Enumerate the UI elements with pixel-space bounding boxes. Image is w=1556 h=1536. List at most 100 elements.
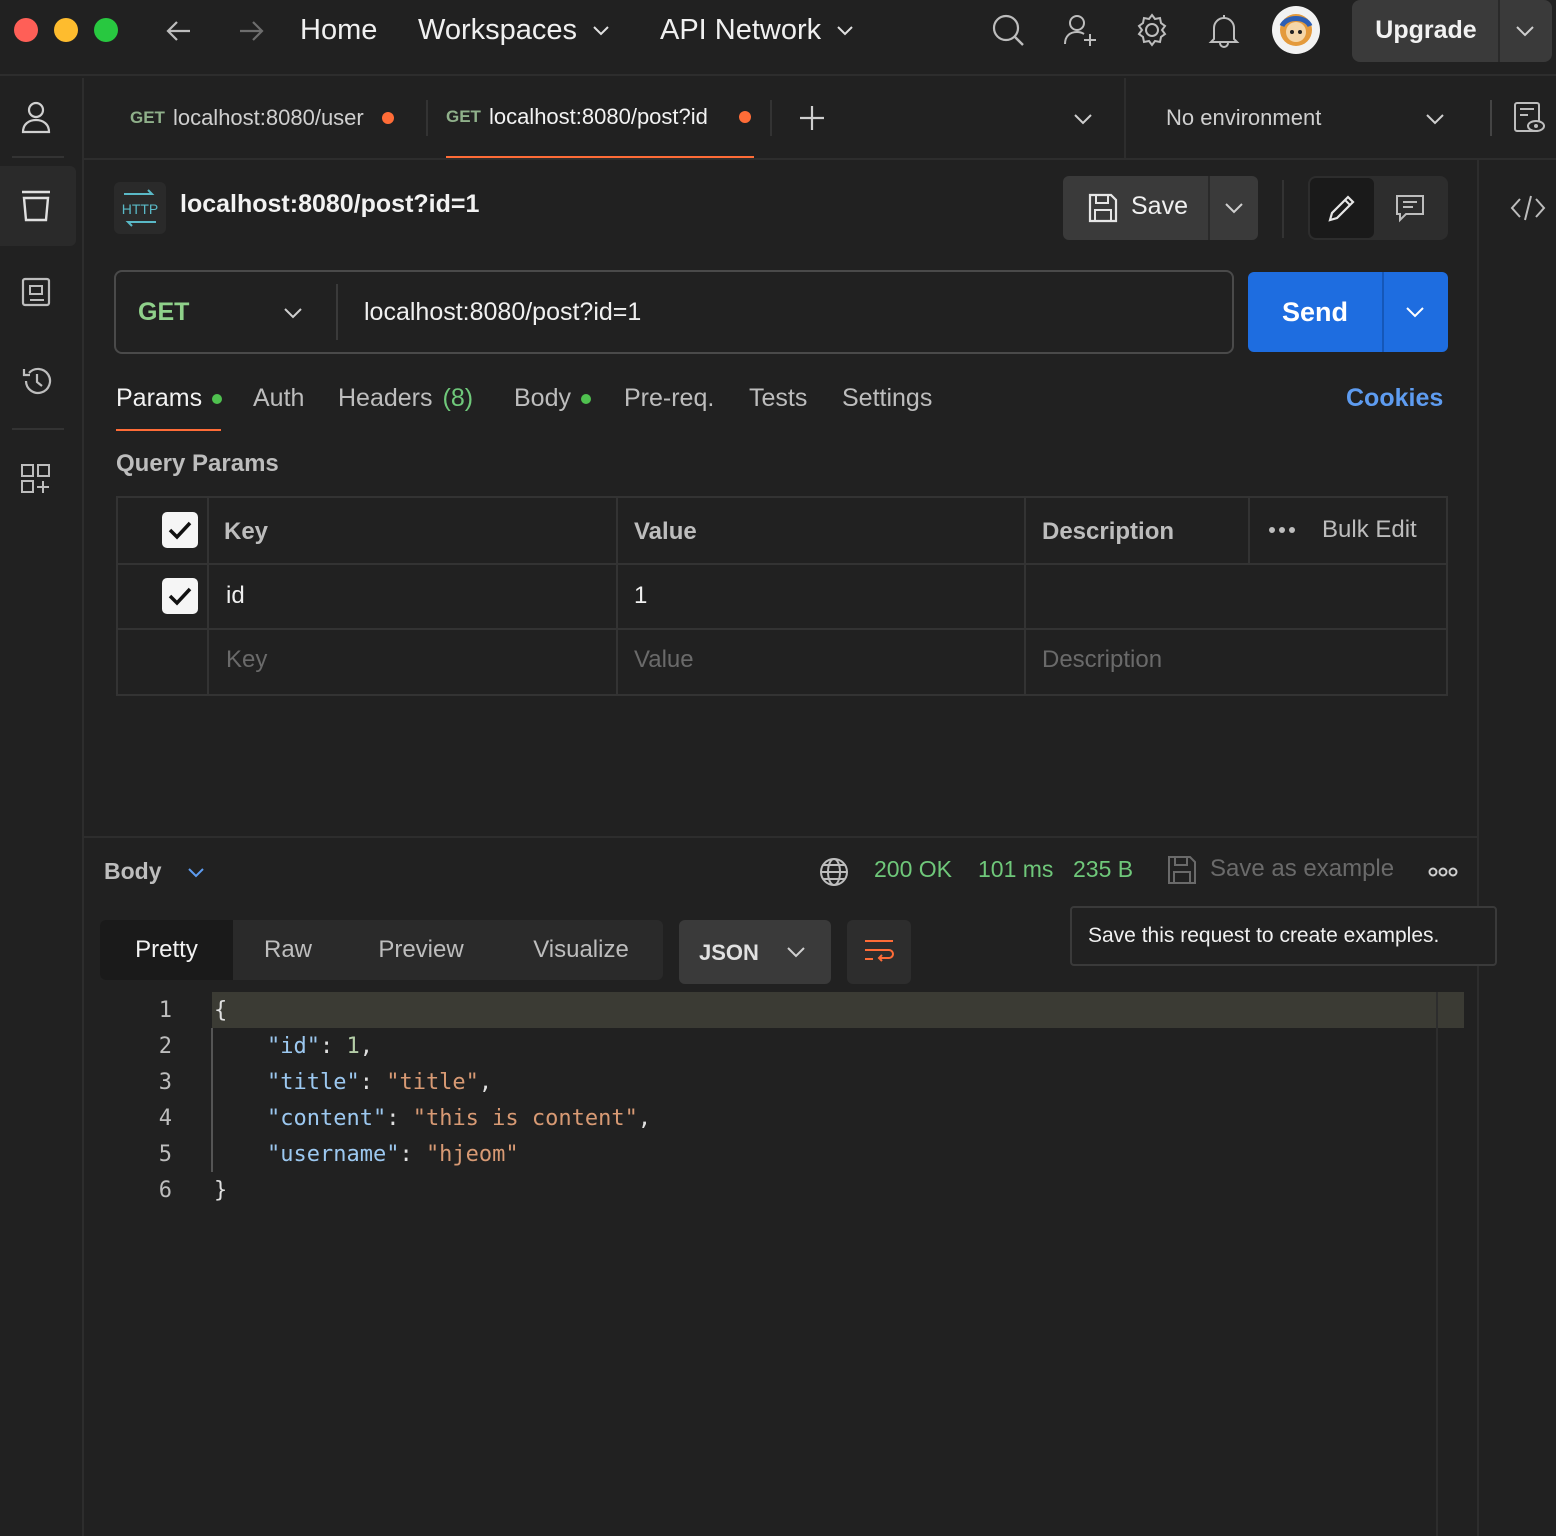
globe-icon[interactable] [818,856,850,888]
back-arrow-icon[interactable] [164,16,194,46]
collections-icon[interactable] [20,188,52,222]
tab-auth[interactable]: Auth [253,384,304,413]
window-minimize-button[interactable] [54,18,78,42]
save-example-tooltip: Save this request to create examples. [1070,906,1497,966]
wrap-lines-button[interactable] [847,920,911,984]
left-sidebar [0,78,84,1536]
header-description: Description [1042,518,1175,545]
url-input[interactable]: localhost:8080/post?id=1 [338,272,1228,352]
response-section-selector[interactable]: Body [104,858,206,885]
chevron-down-icon[interactable] [1404,301,1426,323]
tab-divider [770,100,772,136]
tab-auth-label: Auth [253,384,305,412]
code-line: { [214,998,227,1023]
select-all-checkbox[interactable] [162,512,198,548]
format-selector[interactable]: JSON [679,920,831,984]
save-button[interactable]: Save [1063,176,1258,240]
param-value-cell[interactable]: 1 [634,582,647,610]
header-divider [1282,180,1284,238]
http-badge-label: HTTP [122,201,159,217]
chevron-down-icon [593,26,609,36]
cookies-link[interactable]: Cookies [1346,384,1443,413]
nav-home[interactable]: Home [300,12,377,48]
tabs-overflow-chevron-icon[interactable] [1072,108,1094,130]
environment-quick-look-icon[interactable] [1512,100,1546,136]
tab-tests[interactable]: Tests [749,384,807,413]
environment-selector[interactable]: No environment [1166,78,1466,158]
view-tab-visualize[interactable]: Visualize [499,920,663,980]
response-time[interactable]: 101 ms [978,856,1053,883]
unsaved-indicator [738,111,751,123]
headers-count: (8) [442,384,474,412]
environments-icon[interactable] [20,276,52,310]
col-divider [1248,498,1250,563]
new-description-input[interactable]: Description [1042,646,1162,674]
notification-bell-icon[interactable] [1206,12,1242,48]
avatar[interactable] [1272,6,1320,54]
cookies-label: Cookies [1346,384,1444,412]
response-size[interactable]: 235 B [1073,856,1133,883]
response-status[interactable]: 200 OK [874,856,952,883]
invite-user-icon[interactable] [1062,12,1098,48]
send-button[interactable]: Send [1248,272,1448,352]
view-tab-pretty[interactable]: Pretty [100,920,233,980]
request-title[interactable]: localhost:8080/post?id=1 [180,190,479,219]
tab-settings[interactable]: Settings [842,384,932,413]
history-icon[interactable] [20,364,54,398]
json-comma: , [637,1106,652,1131]
upgrade-separator [1498,0,1500,62]
window-maximize-button[interactable] [94,18,118,42]
code-snippet-icon[interactable] [1510,194,1546,222]
new-tab-plus-icon[interactable] [798,104,826,132]
param-key-cell[interactable]: id [226,582,245,610]
method-label: GET [138,298,190,326]
more-options-icon[interactable] [1268,522,1296,538]
new-key-input[interactable]: Key [226,646,267,674]
nav-api-network[interactable]: API Network [660,12,855,48]
forward-arrow-icon[interactable] [236,16,266,46]
window-close-button[interactable] [14,18,38,42]
json-value: "this is content" [412,1106,638,1131]
save-as-example-button[interactable]: Save as example [1210,855,1394,883]
response-pane-divider[interactable] [84,836,1478,838]
chevron-down-icon [837,26,853,36]
tab-params[interactable]: Params [116,384,223,413]
save-label: Save [1131,192,1188,220]
chevron-down-icon[interactable] [1424,108,1446,130]
save-separator [1208,176,1210,240]
new-value-input[interactable]: Value [634,646,694,674]
nav-workspaces-label: Workspaces [418,13,578,46]
add-apps-icon[interactable] [20,462,52,496]
tab-body[interactable]: Body [514,384,591,413]
nav-workspaces[interactable]: Workspaces [418,12,611,48]
environment-divider [1124,78,1126,158]
save-floppy-icon [1087,192,1119,224]
tab-headers[interactable]: Headers (8) [338,384,473,413]
tab-prereq[interactable]: Pre-req. [624,384,714,413]
search-icon[interactable] [990,12,1026,48]
view-tab-preview[interactable]: Preview [343,920,499,980]
chevron-down-icon[interactable] [1514,20,1536,42]
bulk-edit-button[interactable]: Bulk Edit [1322,516,1417,544]
chevron-down-icon[interactable] [1223,197,1245,219]
http-badge: HTTP [114,182,166,234]
url-text: localhost:8080/post?id=1 [364,298,642,326]
nav-api-network-label: API Network [660,13,822,46]
tab-request-post[interactable]: GET localhost:8080/post?id [446,78,754,158]
row-checkbox[interactable] [162,578,198,614]
tab-request-user[interactable]: GET localhost:8080/user [130,78,394,158]
col-divider [616,498,618,694]
more-options-icon[interactable] [1428,864,1458,880]
tab-label: localhost:8080/post?id [488,104,708,129]
upgrade-label: Upgrade [1375,16,1477,44]
settings-gear-icon[interactable] [1134,12,1170,48]
method-selector[interactable]: GET [116,272,336,352]
save-example-icon [1166,854,1198,886]
code-scrollbar-track[interactable] [1436,992,1438,1536]
upgrade-button[interactable]: Upgrade [1352,0,1552,62]
sidebar-divider [12,156,64,158]
view-tab-raw[interactable]: Raw [233,920,343,980]
comments-icon[interactable] [1394,192,1426,224]
user-icon[interactable] [20,100,52,134]
tab-body-label: Body [514,384,571,412]
